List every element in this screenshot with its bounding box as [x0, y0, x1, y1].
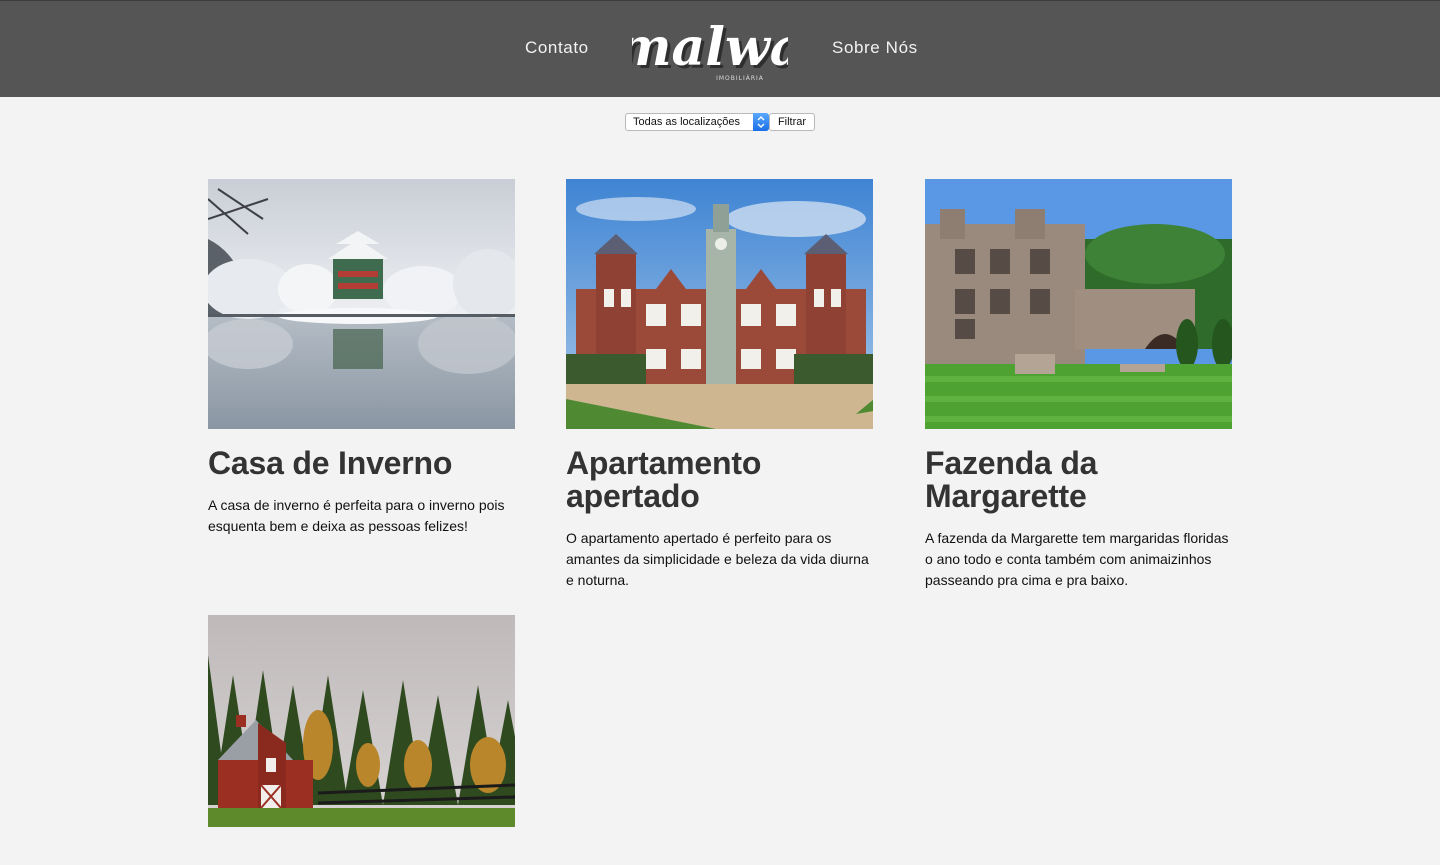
listing-card: Casa de Inverno A casa de inverno é perf…	[208, 179, 516, 537]
brand-logo[interactable]: malwa malwa IMOBILIÁRIA	[617, 7, 807, 89]
svg-text:IMOBILIÁRIA: IMOBILIÁRIA	[716, 75, 764, 82]
listing-card	[208, 615, 516, 865]
filter-button[interactable]: Filtrar	[769, 113, 815, 131]
location-select[interactable]: Todas as localizações	[625, 113, 769, 131]
listing-description: A fazenda da Margarette tem margaridas f…	[925, 530, 1229, 588]
listing-card: Fazenda da Margarette A fazenda da Marga…	[925, 179, 1233, 591]
listing-description: A casa de inverno é perfeita para o inve…	[208, 497, 505, 534]
location-select-value: Todas as localizações	[633, 116, 741, 128]
listing-image-brick-manor[interactable]	[566, 179, 873, 429]
listing-image-stone-castle[interactable]	[925, 179, 1232, 429]
listing-image-winter-pagoda[interactable]	[208, 179, 515, 429]
nav-link-sobre-nos[interactable]: Sobre Nós	[832, 38, 918, 58]
site-header: Contato malwa malwa IMOBILIÁRIA Sobre Nó…	[0, 0, 1440, 97]
listing-title[interactable]: Apartamento apertado	[566, 447, 874, 513]
listing-title[interactable]: Casa de Inverno	[208, 447, 516, 480]
select-stepper-icon	[753, 113, 769, 131]
listing-image-red-barn[interactable]	[208, 615, 515, 865]
listing-description: O apartamento apertado é perfeito para o…	[566, 530, 869, 588]
nav-link-contato[interactable]: Contato	[525, 38, 589, 58]
listing-title[interactable]: Fazenda da Margarette	[925, 447, 1233, 513]
svg-text:malwa: malwa	[632, 17, 788, 78]
listing-card: Apartamento apertado O apartamento apert…	[566, 179, 874, 591]
